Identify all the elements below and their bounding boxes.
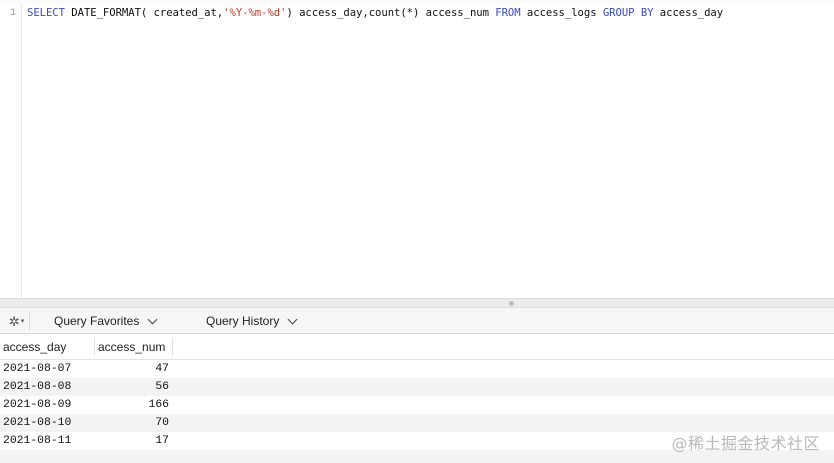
cell-access-num: 166 bbox=[148, 399, 169, 411]
results-toolbar: ✲ ▾ Query Favorites Query History bbox=[0, 308, 834, 334]
table-row[interactable]: 2021-08-07 47 bbox=[0, 360, 834, 378]
cell-access-day: 2021-08-09 bbox=[3, 399, 72, 411]
table-row[interactable]: 2021-08-09 166 bbox=[0, 396, 834, 414]
query-history-button[interactable]: Query History bbox=[206, 308, 298, 334]
caret-down-icon: ▾ bbox=[20, 318, 25, 325]
line-number: 1 bbox=[9, 8, 16, 19]
chevron-down-icon bbox=[147, 314, 158, 324]
cell-access-num: 47 bbox=[155, 363, 169, 375]
cell-access-num: 56 bbox=[155, 381, 169, 393]
column-header-access-num[interactable]: access_num bbox=[94, 338, 173, 356]
query-text-2: ) access_day,count(*) access_num bbox=[286, 7, 496, 19]
cell-access-num: 17 bbox=[155, 435, 169, 447]
keyword-group-by: GROUP BY bbox=[602, 7, 654, 19]
keyword-from: FROM bbox=[495, 7, 521, 19]
cell-access-num: 70 bbox=[155, 417, 169, 429]
query-line[interactable]: SELECT DATE_FORMAT( created_at,'%Y-%m-%d… bbox=[27, 7, 723, 19]
watermark: @稀土掘金技术社区 bbox=[671, 434, 820, 453]
query-text-3: access_day bbox=[653, 7, 724, 19]
query-favorites-button[interactable]: Query Favorites bbox=[54, 308, 158, 334]
string-literal: '%Y-%m-%d' bbox=[223, 7, 287, 19]
cell-access-day: 2021-08-11 bbox=[3, 435, 72, 447]
query-favorites-label: Query Favorites bbox=[54, 314, 140, 328]
cell-access-day: 2021-08-07 bbox=[3, 363, 72, 375]
pane-splitter[interactable] bbox=[0, 298, 834, 308]
cell-access-day: 2021-08-10 bbox=[3, 417, 72, 429]
splitter-handle[interactable] bbox=[509, 301, 514, 306]
line-gutter: 1 bbox=[0, 4, 22, 298]
query-table-name: access_logs bbox=[520, 7, 603, 19]
chevron-down-icon bbox=[287, 314, 298, 324]
gear-icon: ✲ bbox=[8, 313, 20, 329]
query-editor[interactable]: 1 SELECT DATE_FORMAT( created_at,'%Y-%m-… bbox=[0, 4, 834, 298]
column-header-access-day[interactable]: access_day bbox=[3, 334, 93, 360]
gear-menu-button[interactable]: ✲ ▾ bbox=[4, 312, 30, 330]
table-row[interactable]: 2021-08-08 56 bbox=[0, 378, 834, 396]
table-header: access_day access_num bbox=[0, 334, 834, 360]
keyword-select: SELECT bbox=[27, 7, 65, 19]
query-history-label: Query History bbox=[206, 314, 280, 328]
cell-access-day: 2021-08-08 bbox=[3, 381, 72, 393]
query-text-1: DATE_FORMAT( created_at, bbox=[64, 7, 224, 19]
